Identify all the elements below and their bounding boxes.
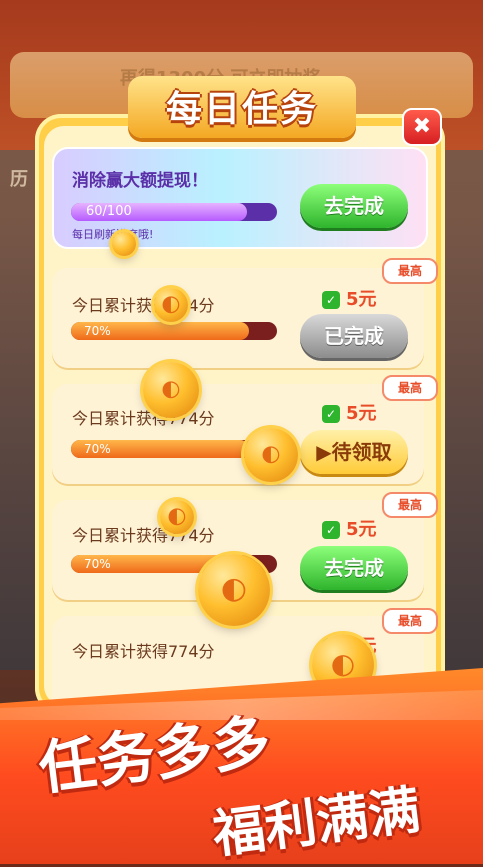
- modal-title: 每日任务: [165, 89, 318, 130]
- wechat-icon: ✓: [322, 521, 340, 539]
- task-text: 今日累计获得774分: [72, 642, 215, 661]
- shell-icon: ◐: [330, 646, 356, 680]
- reward: ✓ 5元: [322, 399, 377, 425]
- special-progress-label: 60/100: [86, 204, 132, 219]
- task-text: 今日累计获得774分: [72, 409, 215, 428]
- progress-label: 70%: [84, 324, 111, 338]
- reward-amount: 5元: [346, 403, 377, 424]
- background-side-text: 历: [10, 169, 28, 190]
- progress-label: 70%: [84, 442, 111, 456]
- coin-icon: ◐: [143, 362, 199, 418]
- task-text: 今日累计获得774分: [72, 526, 215, 545]
- reward: ✓ 5元: [322, 515, 377, 541]
- special-go-button[interactable]: 去完成: [300, 184, 408, 228]
- background-left-panel: [0, 150, 38, 670]
- coin-icon: ◐: [160, 500, 194, 534]
- wechat-icon: ✓: [322, 291, 340, 309]
- go-button[interactable]: 去完成: [300, 546, 408, 590]
- shell-icon: ◐: [220, 570, 248, 606]
- claim-button[interactable]: ▶待领取: [300, 430, 408, 474]
- close-button[interactable]: ✖: [402, 108, 442, 146]
- background-right-panel: [445, 150, 483, 670]
- progress-label: 70%: [84, 557, 111, 571]
- coin-icon: [112, 232, 136, 256]
- reward: ✓ 5元: [322, 285, 377, 311]
- shell-icon: ◐: [261, 441, 281, 467]
- special-task-title: 消除赢大额提现！: [72, 171, 208, 191]
- shell-icon: ◐: [161, 376, 181, 402]
- max-tag: 最高: [382, 258, 438, 284]
- max-tag: 最高: [382, 608, 438, 634]
- shell-icon: ◐: [161, 291, 181, 317]
- coin-icon: ◐: [198, 554, 270, 626]
- max-tag: 最高: [382, 375, 438, 401]
- task-text: 今日累计获得774分: [72, 296, 215, 315]
- reward-amount: 5元: [346, 519, 377, 540]
- coin-icon: ◐: [154, 288, 188, 322]
- max-tag: 最高: [382, 492, 438, 518]
- close-icon: ✖: [412, 114, 432, 139]
- coin-icon: ◐: [244, 428, 298, 482]
- wechat-icon: ✓: [322, 405, 340, 423]
- shell-icon: ◐: [167, 503, 187, 529]
- completed-button[interactable]: 已完成: [300, 314, 408, 358]
- reward-amount: 5元: [346, 289, 377, 310]
